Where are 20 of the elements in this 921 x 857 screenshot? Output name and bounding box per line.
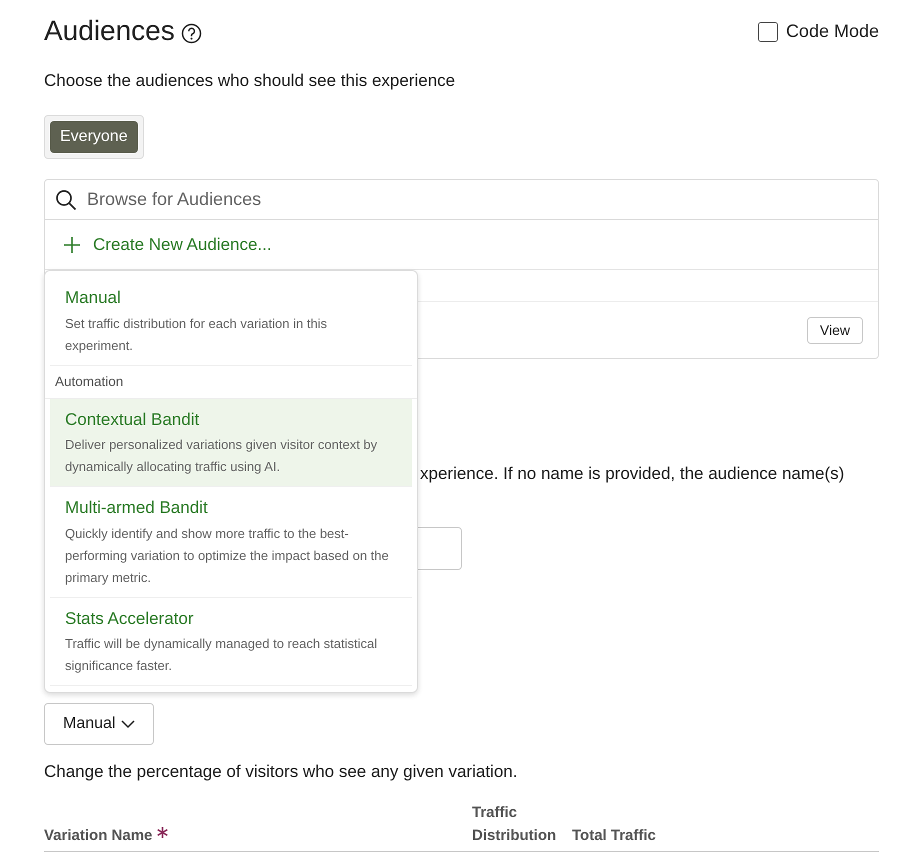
description-text: Choose the audiences who should see this experience	[44, 70, 456, 92]
distribution-dropdown-button[interactable]: Manual	[44, 702, 154, 745]
audience-tag: Everyone	[50, 121, 138, 154]
selected-audiences-field[interactable]: Everyone	[44, 115, 144, 160]
page-title: Audiences	[44, 14, 175, 48]
distribution-description: Change the percentage of visitors who see any given variation.	[44, 760, 518, 783]
code-mode-checkbox[interactable]	[758, 22, 778, 42]
search-field[interactable]: Browse for Audiences	[85, 185, 868, 214]
code-mode-label: Code Mode	[786, 20, 879, 43]
column-header: Variation Name	[44, 826, 152, 846]
column-header: Traffic Distribution	[472, 803, 558, 846]
search-icon	[55, 188, 77, 211]
view-button[interactable]: View	[806, 316, 863, 344]
help-text: xperience. If no name is provided, the audience name(s)	[420, 463, 844, 486]
menu-option[interactable]: Contextual Bandit Deliver personalized variations given visitor context by dynamically allocating traffic using AI.	[50, 398, 412, 488]
column-header: Total Traffic	[572, 826, 656, 846]
caret-icon	[121, 718, 136, 729]
plus-icon	[63, 236, 81, 254]
create-audience-link[interactable]: Create New Audience...	[93, 232, 272, 258]
help-icon	[180, 23, 202, 44]
